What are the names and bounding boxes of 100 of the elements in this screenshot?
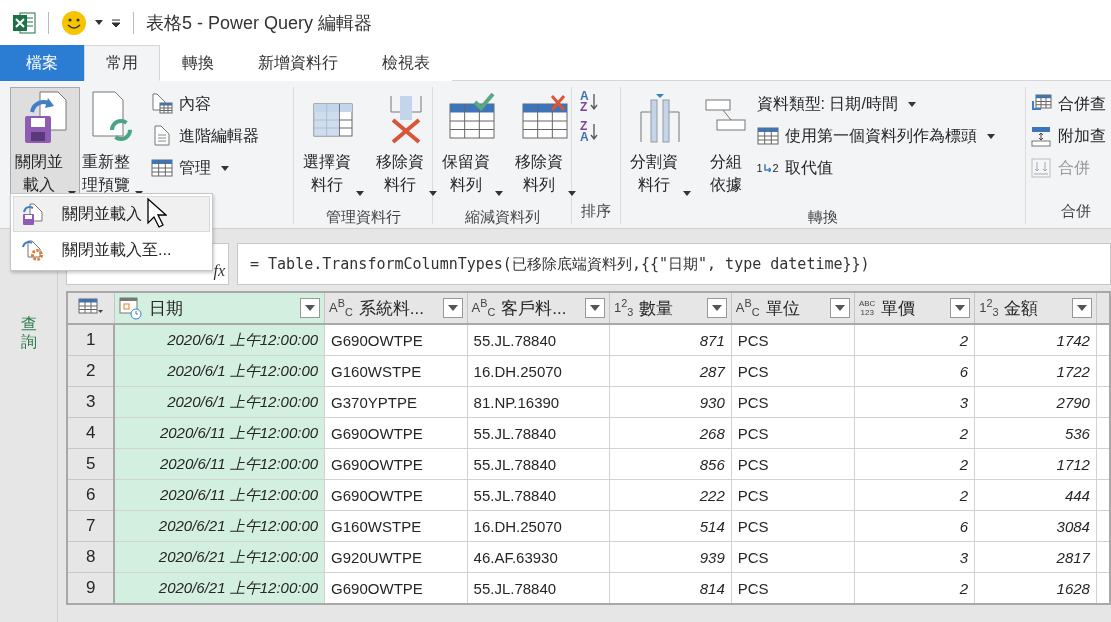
column-header[interactable]: 1$^{2}$$_{3}$ 金額 [974, 292, 1097, 324]
document-gear-icon [20, 238, 44, 262]
table-cell: G920UWTPE [324, 541, 468, 573]
table-cell: 1722 [974, 355, 1097, 387]
filter-button[interactable] [442, 298, 463, 318]
row-number[interactable]: 1 [67, 324, 115, 356]
table-button[interactable]: 使用第一個資料列作為標頭 [756, 121, 995, 151]
row-number[interactable]: 8 [67, 541, 115, 573]
table-cell: 2020/6/11 上午12:00:00 [114, 448, 325, 480]
filter-button[interactable] [829, 298, 850, 318]
column-title: 日期 [148, 297, 184, 320]
replace-button[interactable]: 1 2 取代值 [756, 153, 995, 183]
append-button[interactable]: 附加查 [1030, 121, 1106, 151]
table-cell: PCS [731, 324, 855, 356]
table-menu-header[interactable] [67, 292, 115, 324]
filter-button[interactable] [1071, 298, 1092, 318]
append-icon [1030, 125, 1052, 147]
table-cell: 2020/6/11 上午12:00:00 [114, 479, 325, 511]
column-header[interactable]: A$^{B}$$_{C}$ 系統料... [324, 292, 468, 324]
row-number[interactable]: 6 [67, 479, 115, 511]
table-cell: 268 [609, 417, 732, 449]
table-cell: 16.DH.25070 [467, 355, 610, 387]
table-icon [756, 125, 779, 147]
table-cell: 2 [854, 448, 975, 480]
table-cell: 444 [974, 479, 1097, 511]
table-cell: 2020/6/1 上午12:00:00 [114, 324, 325, 356]
column-title: 單位 [765, 297, 801, 320]
group-label: 轉換 [808, 208, 838, 227]
column-header[interactable]: A$^{B}$$_{C}$ 客戶料... [467, 292, 610, 324]
split-button[interactable]: 分割資料行 [625, 87, 695, 208]
table-cell: 2020/6/11 上午12:00:00 [114, 417, 325, 449]
table-cell: 222 [609, 479, 732, 511]
table-cell: 287 [609, 355, 732, 387]
caret-icon [590, 305, 600, 311]
table-cell: G370YPTPE [324, 386, 468, 418]
row-number[interactable]: 5 [67, 448, 115, 480]
caret-icon [95, 20, 103, 25]
smiley-icon [61, 9, 87, 36]
ribbon-tab[interactable]: 常用 [84, 45, 160, 81]
group-label: 合併 [1061, 202, 1091, 221]
table-cell: 2 [854, 572, 975, 604]
table-cell: 2 [854, 479, 975, 511]
table-cell: PCS [731, 572, 855, 604]
sort-button[interactable]: Z A [580, 121, 598, 143]
row-number[interactable]: 7 [67, 510, 115, 542]
table-cell: 2020/6/21 上午12:00:00 [114, 510, 325, 542]
filter-button[interactable] [706, 298, 727, 318]
table-cell: 2 [854, 324, 975, 356]
arrow-down-icon [589, 93, 598, 111]
menu-item[interactable]: 關閉並載入 [13, 196, 210, 232]
table-cell: G690OWTPE [324, 324, 468, 356]
group-label: 縮減資料列 [464, 208, 540, 227]
column-header[interactable]: A$^{B}$$_{C}$ 單位 [731, 292, 855, 324]
table-cell: 856 [609, 448, 732, 480]
properties-icon [150, 93, 173, 115]
row-number[interactable]: 9 [67, 572, 115, 604]
table-cell: 2817 [974, 541, 1097, 573]
spreadsheet-app-icon [12, 10, 36, 35]
filter-button[interactable] [585, 298, 605, 318]
row-number[interactable]: 2 [67, 355, 115, 387]
table-cell: 55.JL.78840 [467, 448, 610, 480]
column-title: 金額 [1004, 297, 1040, 320]
table-cell: 939 [609, 541, 732, 573]
table-cell: PCS [731, 355, 855, 387]
data-type-dropdown[interactable]: 資料類型: 日期/時間 [756, 89, 995, 119]
data-type-icon[interactable]: ABC 123 [858, 299, 876, 317]
remove-rows-button[interactable]: 移除資料列 [510, 87, 581, 208]
row-number[interactable]: 3 [67, 386, 115, 418]
table-cell: 3084 [974, 510, 1097, 542]
table-button[interactable]: 管理 [150, 153, 259, 183]
caret-icon [955, 305, 966, 311]
group-label: 管理資料行 [325, 208, 401, 227]
row-number[interactable]: 4 [67, 417, 115, 449]
merge-button[interactable]: 合併查 [1030, 89, 1106, 119]
properties-button[interactable]: 內容 [150, 89, 259, 119]
sort-button[interactable]: A Z [580, 91, 598, 113]
formula-field[interactable]: = Table.TransformColumnTypes(已移除底端資料列,{{"日期", type datetime}}) [237, 243, 1111, 285]
file-tab[interactable]: 檔案 [0, 45, 84, 81]
filter-button[interactable] [950, 298, 971, 318]
column-title: 數量 [639, 297, 675, 320]
filter-button[interactable] [300, 298, 321, 318]
column-header[interactable]: 日期 [114, 292, 325, 324]
table-cell: G690OWTPE [324, 448, 468, 480]
table-cell: PCS [731, 448, 855, 480]
table-cell: PCS [731, 417, 855, 449]
table-cell: 6 [854, 355, 975, 387]
group-button[interactable]: 分組依據 [698, 87, 753, 208]
table-cell: 1628 [974, 572, 1097, 604]
table-cell: G160WSTPE [324, 510, 468, 542]
table-cell: 514 [609, 510, 732, 542]
caret-icon [305, 305, 316, 311]
choose-columns-button[interactable]: 選擇資料行 [298, 87, 368, 208]
caret-icon [711, 305, 722, 311]
table-cell: 3 [854, 386, 975, 418]
editor-button[interactable]: 進階編輯器 [150, 121, 259, 151]
table-cell: 2020/6/21 上午12:00:00 [114, 572, 325, 604]
table-cell: 2020/6/21 上午12:00:00 [114, 541, 325, 573]
table-cell: 2 [854, 417, 975, 449]
queries-pane-label[interactable]: 查詢 [20, 315, 37, 622]
column-header[interactable]: 1$^{2}$$_{3}$ 數量 [609, 292, 732, 324]
